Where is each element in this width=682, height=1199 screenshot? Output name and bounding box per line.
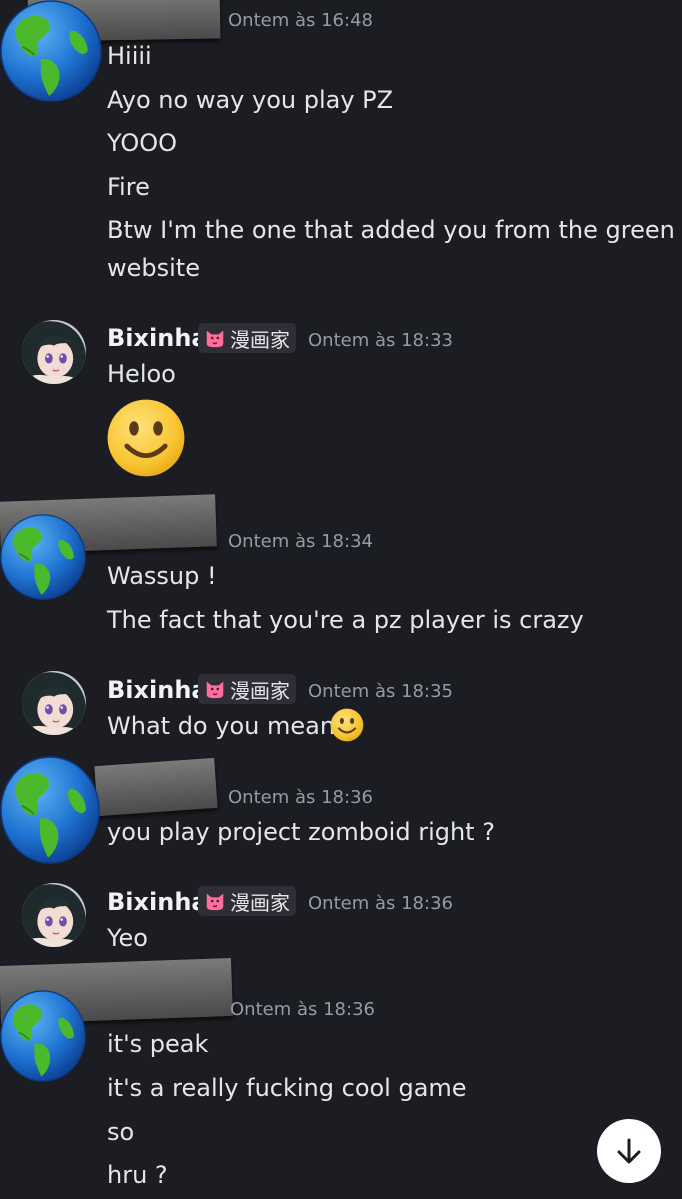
- badge-label: 漫画家: [230, 678, 290, 703]
- message-text: you play project zomboid right ?: [107, 818, 495, 846]
- message-text: it's peak: [107, 1030, 209, 1058]
- badge-label: 漫画家: [230, 890, 290, 915]
- author-name[interactable]: Bixinha: [107, 676, 208, 704]
- author-name[interactable]: Bixinha: [107, 324, 208, 352]
- message-text: Hiiii: [107, 42, 152, 70]
- message-text: Fire: [107, 173, 150, 201]
- smiling-face-emoji: [106, 398, 186, 478]
- scroll-to-bottom-button[interactable]: [597, 1119, 661, 1183]
- message-text: Btw I'm the one that added you from the …: [107, 216, 675, 244]
- message-text: Wassup !: [107, 562, 217, 590]
- arrow-down-icon: [617, 1138, 641, 1164]
- role-badge[interactable]: 漫画家: [198, 886, 296, 916]
- cat-face-icon: [204, 678, 226, 700]
- bixinha-avatar[interactable]: [22, 671, 86, 735]
- message-text: Yeo: [107, 924, 148, 952]
- role-badge[interactable]: 漫画家: [198, 323, 296, 353]
- redacted-username: [94, 757, 218, 817]
- message-text: website: [107, 254, 200, 282]
- globe-avatar[interactable]: [0, 514, 86, 600]
- message-text: YOOO: [107, 129, 178, 157]
- message-timestamp: Ontem às 18:36: [228, 787, 373, 808]
- message-timestamp: Ontem às 18:36: [308, 893, 453, 914]
- message-text: so: [107, 1118, 135, 1146]
- message-text: hru ?: [107, 1161, 168, 1189]
- message-timestamp: Ontem às 18:34: [228, 531, 373, 552]
- message-text: What do you mean?: [107, 712, 348, 740]
- message-timestamp: Ontem às 18:35: [308, 681, 453, 702]
- message-text: Ayo no way you play PZ: [107, 86, 394, 114]
- message-text: The fact that you're a pz player is craz…: [107, 606, 584, 634]
- globe-avatar[interactable]: [0, 756, 100, 864]
- globe-avatar[interactable]: [0, 0, 102, 102]
- author-name[interactable]: Bixinha: [107, 888, 208, 916]
- bixinha-avatar[interactable]: [22, 320, 86, 384]
- message-text: it's a really fucking cool game: [107, 1074, 467, 1102]
- bixinha-avatar[interactable]: [22, 883, 86, 947]
- globe-avatar[interactable]: [0, 990, 86, 1082]
- message-timestamp: Ontem às 18:36: [230, 999, 375, 1020]
- smiling-face-emoji: [330, 708, 364, 742]
- badge-label: 漫画家: [230, 327, 290, 352]
- role-badge[interactable]: 漫画家: [198, 674, 296, 704]
- message-timestamp: Ontem às 18:33: [308, 330, 453, 351]
- message-text: Heloo: [107, 360, 176, 388]
- message-timestamp: Ontem às 16:48: [228, 10, 373, 31]
- cat-face-icon: [204, 327, 226, 349]
- cat-face-icon: [204, 890, 226, 912]
